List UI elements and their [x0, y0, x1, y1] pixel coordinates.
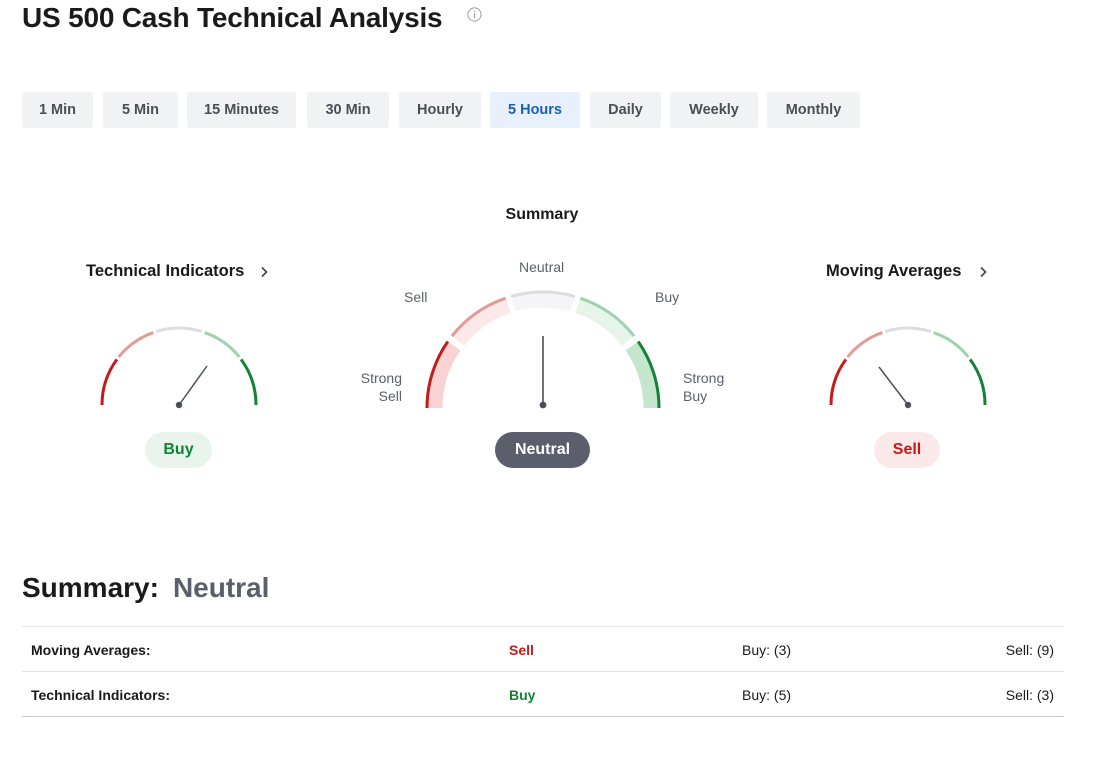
tab-weekly[interactable]: Weekly	[670, 92, 758, 128]
row-buy-count: Buy: (5)	[742, 686, 792, 703]
summary-heading: Summary: Neutral	[22, 572, 269, 604]
technical-indicators-title[interactable]: Technical Indicators	[86, 262, 244, 281]
row-signal: Buy	[509, 686, 536, 703]
technical-indicators-signal: Buy	[145, 432, 212, 468]
summary-gauge	[425, 290, 661, 409]
chevron-right-icon[interactable]	[978, 266, 988, 278]
summary-table: Moving Averages: Sell Buy: (3) Sell: (9)…	[22, 626, 1064, 717]
chevron-right-icon[interactable]	[259, 266, 269, 278]
summary-label: Summary:	[22, 572, 159, 603]
table-row: Technical Indicators: Buy Buy: (5) Sell:…	[22, 672, 1064, 717]
gauge-label-neutral: Neutral	[519, 259, 565, 275]
tab-5-min[interactable]: 5 Min	[103, 92, 178, 128]
tab-15-minutes[interactable]: 15 Minutes	[187, 92, 296, 128]
row-name: Moving Averages:	[31, 641, 151, 658]
tab-5-hours[interactable]: 5 Hours	[490, 92, 580, 128]
moving-averages-signal: Sell	[874, 432, 940, 468]
moving-averages-title[interactable]: Moving Averages	[826, 262, 961, 281]
row-signal: Sell	[509, 641, 534, 658]
tab-hourly[interactable]: Hourly	[399, 92, 481, 128]
row-name: Technical Indicators:	[31, 686, 170, 703]
technical-indicators-gauge	[100, 326, 258, 409]
tab-30-min[interactable]: 30 Min	[307, 92, 389, 128]
tab-daily[interactable]: Daily	[590, 92, 661, 128]
row-sell-count: Sell: (9)	[1005, 641, 1054, 658]
moving-averages-gauge	[829, 326, 987, 409]
gauge-label-strong-sell: Strong Sell	[360, 370, 402, 404]
summary-gauge-title: Summary	[505, 206, 579, 223]
tab-monthly[interactable]: Monthly	[767, 92, 860, 128]
tab-1-min[interactable]: 1 Min	[22, 92, 93, 128]
page-title: US 500 Cash Technical Analysis	[22, 2, 443, 33]
row-buy-count: Buy: (3)	[742, 641, 792, 658]
info-circle-icon[interactable]	[467, 7, 482, 22]
table-row: Moving Averages: Sell Buy: (3) Sell: (9)	[22, 627, 1064, 672]
gauge-label-strong-buy: Strong Buy	[683, 370, 725, 404]
row-sell-count: Sell: (3)	[1005, 686, 1054, 703]
summary-gauge-signal: Neutral	[495, 432, 590, 468]
summary-value: Neutral	[172, 572, 270, 603]
